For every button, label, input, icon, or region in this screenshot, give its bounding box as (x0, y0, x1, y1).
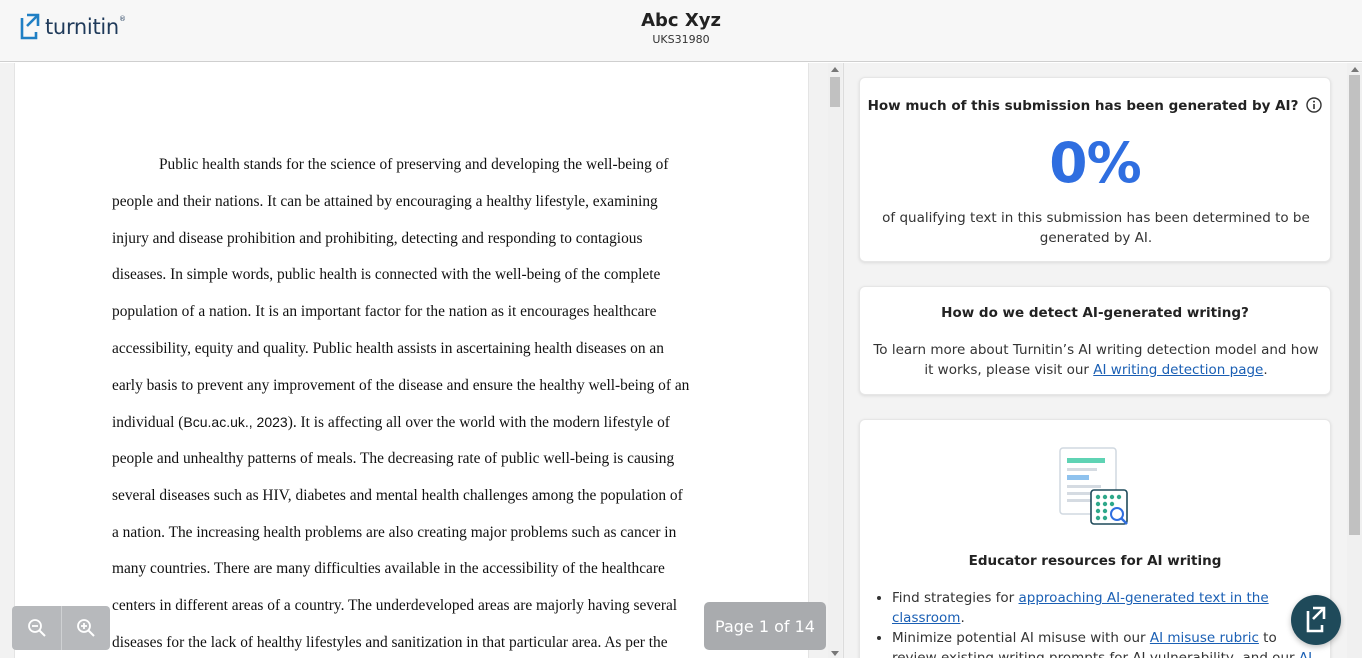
ai-detection-page-link[interactable]: AI writing detection page (1093, 362, 1263, 378)
zoom-out-button[interactable] (12, 606, 61, 650)
document-line: people and unhealthy patterns of meals. … (112, 450, 675, 467)
educator-resources-card: Educator resources for AI writing Find s… (859, 419, 1331, 658)
document-line: several diseases such as HIV, diabetes a… (112, 486, 683, 504)
document-text: Public health stands for the science of … (112, 153, 727, 658)
scroll-up-arrow-icon[interactable] (1351, 67, 1359, 72)
educator-resources-title: Educator resources for AI writing (968, 553, 1222, 569)
document-line: people and their nations. It can be atta… (112, 192, 658, 210)
ai-percentage-description: of qualifying text in this submission ha… (882, 210, 1310, 246)
top-header: turnitin® Abc Xyz UKS31980 (0, 0, 1362, 62)
zoom-controls (12, 606, 110, 650)
submission-id: UKS31980 (652, 33, 710, 46)
scroll-down-arrow-icon[interactable] (831, 651, 839, 656)
document-line: early basis to prevent any improvement o… (112, 376, 690, 394)
help-button[interactable] (1291, 595, 1341, 645)
document-line: Public health stands for the science of … (159, 156, 669, 173)
document-line: diseases. In simple words, public health… (112, 266, 661, 284)
page-indicator: Page 1 of 14 (704, 602, 826, 650)
info-icon[interactable] (1306, 97, 1323, 113)
zoom-in-button[interactable] (61, 606, 110, 650)
document-line: centers in different areas of a country.… (112, 597, 678, 614)
zoom-in-icon (77, 619, 95, 637)
ai-percentage: 0% (1049, 131, 1141, 195)
ai-detection-panel: How much of this submission has been gen… (843, 63, 1362, 658)
document-line: injury and disease prohibition and prohi… (112, 229, 643, 247)
student-name: Abc Xyz (641, 10, 721, 31)
detection-title: How do we detect AI-generated writing? (941, 305, 1249, 321)
document-scrollbar[interactable] (828, 63, 842, 658)
document-line: individual (Bcu.ac.uk., 2023). It is aff… (112, 414, 670, 432)
ai-misuse-rubric-link[interactable]: AI misuse rubric (1150, 630, 1259, 646)
zoom-out-icon (27, 619, 46, 637)
list-item: Minimize potential AI misuse with our AI… (892, 628, 1322, 658)
citation: Bcu.ac.uk., 2023 (183, 414, 288, 431)
submission-info: Abc Xyz UKS31980 (0, 10, 1362, 46)
detection-description: To learn more about Turnitin’s AI writin… (873, 342, 1319, 378)
help-logo-icon (1306, 606, 1326, 633)
scroll-up-arrow-icon[interactable] (831, 67, 839, 72)
list-item: Find strategies for approaching AI-gener… (892, 588, 1322, 628)
document-line: many countries. There are many difficult… (112, 560, 665, 578)
educator-resources-list: Find strategies for approaching AI-gener… (892, 588, 1322, 658)
panel-scrollbar[interactable] (1347, 63, 1362, 658)
document-line: population of a nation. It is an importa… (112, 303, 657, 320)
document-line: a nation. The increasing health problems… (112, 523, 677, 541)
ai-question-title: How much of this submission has been gen… (860, 97, 1330, 114)
document-line: diseases for the lack of healthy lifesty… (112, 633, 668, 651)
document-line: accessibility, equity and quality. Publi… (112, 339, 664, 357)
ai-score-card: How much of this submission has been gen… (859, 77, 1331, 262)
scrollbar-thumb[interactable] (830, 77, 840, 107)
document-page: Public health stands for the science of … (14, 63, 809, 658)
detection-info-card: How do we detect AI-generated writing? T… (859, 286, 1331, 395)
ai-document-illustration-icon (1059, 447, 1128, 525)
scrollbar-thumb[interactable] (1349, 75, 1360, 535)
document-viewer[interactable]: Public health stands for the science of … (0, 63, 843, 658)
